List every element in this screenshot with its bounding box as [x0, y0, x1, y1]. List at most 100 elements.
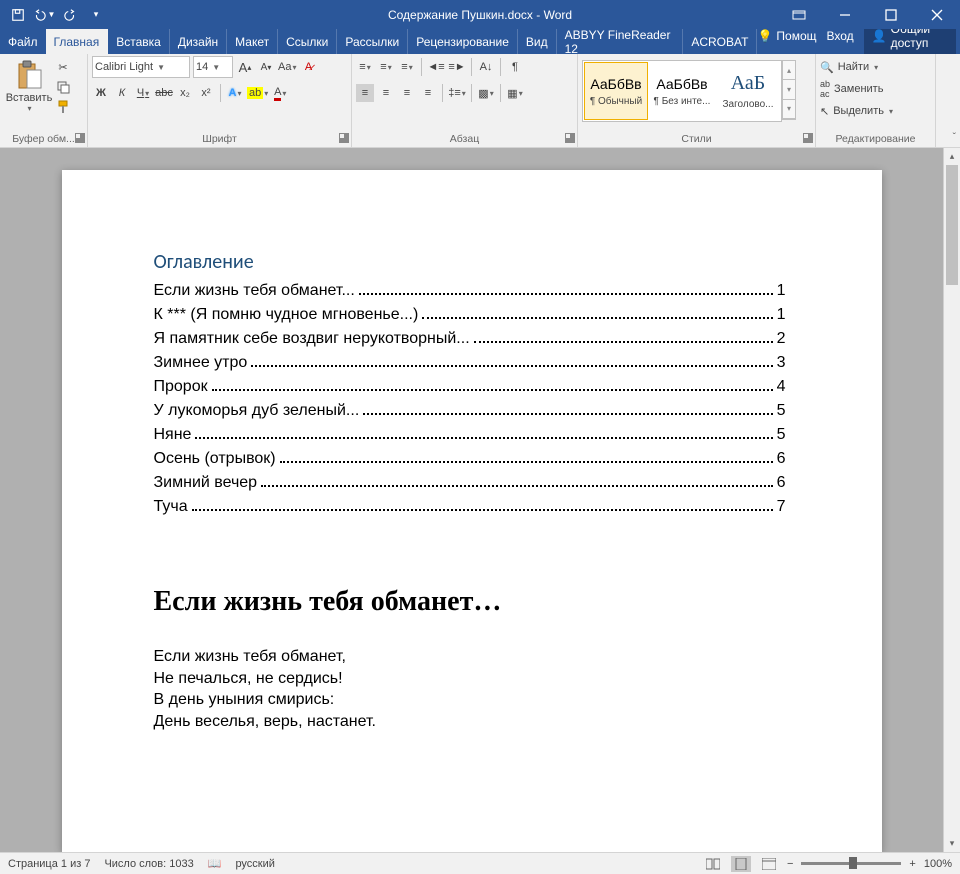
- page[interactable]: Оглавление Если жизнь тебя обманет...1 К …: [62, 170, 882, 852]
- maximize-button[interactable]: [868, 0, 914, 29]
- styles-gallery[interactable]: АаБбВв¶ Обычный АаБбВв¶ Без инте... АаБЗ…: [582, 60, 782, 122]
- tab-references[interactable]: Ссылки: [278, 29, 337, 54]
- superscript-button[interactable]: x²: [197, 84, 215, 102]
- copy-button[interactable]: [54, 78, 72, 96]
- tab-review[interactable]: Рецензирование: [408, 29, 518, 54]
- tab-mailings[interactable]: Рассылки: [337, 29, 408, 54]
- proofing-icon[interactable]: 📖: [208, 857, 222, 870]
- show-marks-button[interactable]: ¶: [506, 58, 524, 76]
- toc-page: 4: [777, 378, 786, 396]
- tab-insert[interactable]: Вставка: [108, 29, 170, 54]
- decrease-indent-button[interactable]: ◄≡: [427, 58, 445, 76]
- vertical-scrollbar[interactable]: ▴ ▾: [943, 148, 960, 852]
- ribbon-display-button[interactable]: [776, 0, 822, 29]
- toc-item[interactable]: Зимнее утро3: [154, 354, 786, 372]
- style-normal[interactable]: АаБбВв¶ Обычный: [584, 62, 648, 120]
- toc-item[interactable]: У лукоморья дуб зеленый...5: [154, 402, 786, 420]
- collapse-ribbon-button[interactable]: ˇ: [953, 132, 956, 143]
- highlight-button[interactable]: ab▾: [247, 84, 268, 102]
- document-surface[interactable]: Оглавление Если жизнь тебя обманет...1 К …: [0, 148, 943, 852]
- numbering-button[interactable]: ≡▾: [377, 58, 395, 76]
- clipboard-dialog-launcher[interactable]: [75, 133, 85, 143]
- toc-item[interactable]: Зимний вечер6: [154, 474, 786, 492]
- sort-button[interactable]: A↓: [477, 58, 495, 76]
- redo-button[interactable]: [58, 3, 82, 27]
- align-right-button[interactable]: ≡: [398, 84, 416, 102]
- font-name-combo[interactable]: Calibri Light▼: [92, 56, 190, 78]
- paragraph-dialog-launcher[interactable]: [565, 133, 575, 143]
- font-color-button[interactable]: A▾: [271, 84, 289, 102]
- change-case-button[interactable]: Aa▾: [278, 58, 296, 76]
- toc-text: Осень (отрывок): [154, 450, 276, 468]
- grow-font-button[interactable]: A▴: [236, 58, 254, 76]
- undo-button[interactable]: ▼: [32, 3, 56, 27]
- tab-file[interactable]: Файл: [0, 29, 46, 54]
- close-button[interactable]: [914, 0, 960, 29]
- group-paragraph: ≡▾ ≡▾ ≡▾ ◄≡ ≡► A↓ ¶ ≡ ≡ ≡ ≡ ‡≡▾ ▩▾ ▦▾ Аб…: [352, 54, 578, 147]
- style-heading1[interactable]: АаБЗаголово...: [716, 62, 780, 120]
- align-left-button[interactable]: ≡: [356, 84, 374, 102]
- minimize-button[interactable]: [822, 0, 868, 29]
- web-layout-button[interactable]: [759, 856, 779, 872]
- word-count[interactable]: Число слов: 1033: [104, 858, 193, 870]
- read-mode-button[interactable]: [703, 856, 723, 872]
- zoom-out-button[interactable]: −: [787, 858, 793, 870]
- shrink-font-button[interactable]: A▾: [257, 58, 275, 76]
- select-button[interactable]: ↖Выделить▾: [820, 100, 931, 122]
- save-button[interactable]: [6, 3, 30, 27]
- strikethrough-button[interactable]: abc: [155, 84, 173, 102]
- tab-view[interactable]: Вид: [518, 29, 557, 54]
- toc-item[interactable]: Если жизнь тебя обманет...1: [154, 282, 786, 300]
- qat-customize[interactable]: ▾: [84, 3, 108, 27]
- bullets-button[interactable]: ≡▾: [356, 58, 374, 76]
- replace-button[interactable]: abacЗаменить: [820, 78, 931, 100]
- font-size-combo[interactable]: 14▼: [193, 56, 233, 78]
- toc-item[interactable]: Пророк4: [154, 378, 786, 396]
- zoom-in-button[interactable]: +: [909, 858, 915, 870]
- language-status[interactable]: русский: [235, 858, 274, 870]
- body-text: Если жизнь тебя обманет,Не печалься, не …: [154, 646, 786, 732]
- sign-in[interactable]: Вход: [827, 29, 854, 43]
- find-button[interactable]: 🔍Найти▾: [820, 56, 931, 78]
- italic-button[interactable]: К: [113, 84, 131, 102]
- toc-page: 6: [777, 474, 786, 492]
- clear-formatting-button[interactable]: A̷: [299, 58, 317, 76]
- scroll-down-button[interactable]: ▾: [944, 835, 960, 852]
- zoom-level[interactable]: 100%: [924, 858, 952, 870]
- toc-item[interactable]: Я памятник себе воздвиг нерукотворный...…: [154, 330, 786, 348]
- tell-me[interactable]: 💡Помощ: [757, 29, 816, 43]
- format-painter-button[interactable]: [54, 98, 72, 116]
- tab-home[interactable]: Главная: [46, 29, 109, 54]
- underline-button[interactable]: Ч▾: [134, 84, 152, 102]
- page-status[interactable]: Страница 1 из 7: [8, 858, 90, 870]
- toc-item[interactable]: К *** (Я помню чудное мгновенье...)1: [154, 306, 786, 324]
- increase-indent-button[interactable]: ≡►: [448, 58, 466, 76]
- toc-title: Оглавление: [154, 250, 786, 274]
- shading-button[interactable]: ▩▾: [477, 84, 495, 102]
- style-no-spacing[interactable]: АаБбВв¶ Без инте...: [650, 62, 714, 120]
- multilevel-button[interactable]: ≡▾: [398, 58, 416, 76]
- bold-button[interactable]: Ж: [92, 84, 110, 102]
- print-layout-button[interactable]: [731, 856, 751, 872]
- toc-item[interactable]: Няне5: [154, 426, 786, 444]
- line-spacing-button[interactable]: ‡≡▾: [448, 84, 466, 102]
- cut-button[interactable]: ✂: [54, 58, 72, 76]
- tab-design[interactable]: Дизайн: [170, 29, 227, 54]
- toc-item[interactable]: Осень (отрывок)6: [154, 450, 786, 468]
- paste-button[interactable]: Вставить▾: [4, 56, 54, 116]
- scroll-up-button[interactable]: ▴: [944, 148, 960, 165]
- styles-gallery-scroll[interactable]: ▴▾▾: [782, 60, 796, 120]
- tab-acrobat[interactable]: ACROBAT: [683, 29, 757, 54]
- subscript-button[interactable]: x₂: [176, 84, 194, 102]
- styles-dialog-launcher[interactable]: [803, 133, 813, 143]
- tab-layout[interactable]: Макет: [227, 29, 278, 54]
- zoom-slider[interactable]: [801, 862, 901, 865]
- font-dialog-launcher[interactable]: [339, 133, 349, 143]
- toc-item[interactable]: Туча7: [154, 498, 786, 516]
- align-center-button[interactable]: ≡: [377, 84, 395, 102]
- borders-button[interactable]: ▦▾: [506, 84, 524, 102]
- text-effects-button[interactable]: A▾: [226, 84, 244, 102]
- tab-finereader[interactable]: ABBYY FineReader 12: [557, 29, 684, 54]
- justify-button[interactable]: ≡: [419, 84, 437, 102]
- scroll-thumb[interactable]: [946, 165, 958, 285]
